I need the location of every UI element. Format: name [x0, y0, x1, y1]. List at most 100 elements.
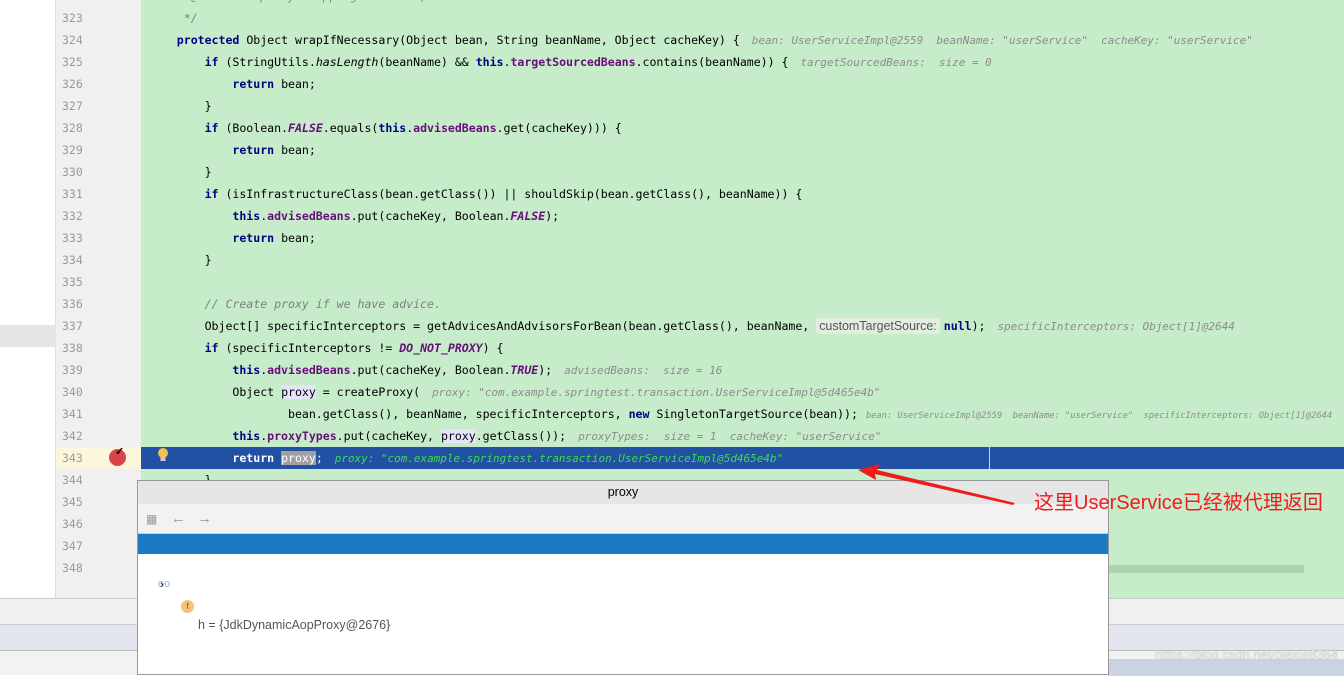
line-number[interactable]: 333 — [62, 227, 92, 249]
code-line[interactable]: 328 if (Boolean.FALSE.equals(this.advise… — [0, 117, 1344, 139]
code-token: (Boolean. — [225, 121, 289, 135]
keyword: if — [149, 121, 226, 135]
code-line[interactable]: 330 } — [0, 161, 1344, 183]
lightbulb-icon[interactable] — [157, 447, 169, 463]
code-token: ); — [545, 209, 560, 223]
inline-debug-value: proxy: "com.example.springtest.transacti… — [334, 452, 784, 465]
line-number[interactable]: 326 — [62, 73, 92, 95]
code-line[interactable]: 337 Object[] specificInterceptors = getA… — [0, 315, 1344, 337]
line-number[interactable]: 341 — [62, 403, 92, 425]
code-line[interactable]: 326 return bean; — [0, 73, 1344, 95]
line-number[interactable]: 348 — [62, 557, 92, 579]
keyword: return — [149, 77, 282, 91]
code-line[interactable]: 335 — [0, 271, 1344, 293]
code-token: ); — [971, 319, 986, 333]
line-number[interactable]: 339 — [62, 359, 92, 381]
code-token: .put(cacheKey, Boolean. — [350, 363, 511, 377]
line-number[interactable]: 337 — [62, 315, 92, 337]
code-token: Object — [149, 385, 282, 399]
line-number[interactable]: 334 — [62, 249, 92, 271]
line-number[interactable]: 342 — [62, 425, 92, 447]
code-text: if (isInfrastructureClass(bean.getClass(… — [149, 183, 803, 205]
forward-arrow-icon[interactable]: → — [197, 510, 212, 527]
tree-icon[interactable]: ▦ — [146, 512, 157, 526]
line-number[interactable]: 324 — [62, 29, 92, 51]
code-line[interactable]: 333 return bean; — [0, 227, 1344, 249]
code-text: return bean; — [149, 139, 315, 161]
code-text: } — [149, 249, 212, 271]
code-text: if (Boolean.FALSE.equals(this.advisedBea… — [149, 117, 622, 139]
code-line[interactable]: 325 if (StringUtils.hasLength(beanName) … — [0, 51, 1344, 73]
variable-row-h[interactable]: › f h = {JdkDynamicAopProxy@2676} — [138, 555, 1108, 632]
line-number[interactable]: 346 — [62, 513, 92, 535]
code-token: } — [149, 99, 212, 113]
line-number[interactable]: 336 — [62, 293, 92, 315]
variable-text: proxy = {$Proxy12@2668} "com.example.spr… — [178, 597, 697, 611]
keyword: return — [149, 143, 282, 157]
line-number[interactable]: 325 — [62, 51, 92, 73]
line-number[interactable]: 338 — [62, 337, 92, 359]
code-line[interactable]: 327 } — [0, 95, 1344, 117]
identifier-highlight: proxy — [281, 451, 316, 465]
code-line[interactable]: 341 bean.getClass(), beanName, specificI… — [0, 403, 1344, 425]
field-ref: advisedBeans — [267, 363, 351, 377]
variable-inspector-popup[interactable]: proxy ▦ ← → ⌄ oo proxy = {$Proxy12@2668}… — [137, 480, 1109, 675]
code-line[interactable]: 331 if (isInfrastructureClass(bean.getCl… — [0, 183, 1344, 205]
code-token: (isInfrastructureClass(bean.getClass()) … — [225, 187, 803, 201]
line-number[interactable]: 335 — [62, 271, 92, 293]
code-text: protected Object wrapIfNecessary(Object … — [149, 29, 1253, 52]
code-text: this.advisedBeans.put(cacheKey, Boolean.… — [149, 205, 559, 227]
line-number[interactable]: 331 — [62, 183, 92, 205]
static-field: FALSE — [288, 121, 323, 135]
code-text: if (specificInterceptors != DO_NOT_PROXY… — [149, 337, 504, 359]
code-text: return bean; — [149, 227, 315, 249]
code-line[interactable]: 334 } — [0, 249, 1344, 271]
inline-debug-value: bean: UserServiceImpl@2559 beanName: "us… — [751, 34, 1253, 47]
code-line[interactable]: 323 */ — [0, 7, 1344, 29]
line-number[interactable]: 329 — [62, 139, 92, 161]
identifier-highlight: proxy — [440, 429, 476, 443]
static-field: FALSE — [510, 209, 546, 223]
code-line[interactable]: 332 this.advisedBeans.put(cacheKey, Bool… — [0, 205, 1344, 227]
code-text: } — [149, 95, 212, 117]
code-token: Object[] specificInterceptors = getAdvic… — [149, 319, 817, 333]
collapse-chevron-icon[interactable]: › — [160, 575, 164, 595]
code-line[interactable]: 324 protected Object wrapIfNecessary(Obj… — [0, 29, 1344, 51]
code-line[interactable]: 342 this.proxyTypes.put(cacheKey, proxy.… — [0, 425, 1344, 447]
line-number[interactable]: 322 — [62, 0, 92, 7]
line-number[interactable]: 323 — [62, 7, 92, 29]
code-token: .contains(beanName)) { — [635, 55, 789, 69]
line-number[interactable]: 328 — [62, 117, 92, 139]
code-token: (StringUtils. — [225, 55, 316, 69]
code-line[interactable]: 338 if (specificInterceptors != DO_NOT_P… — [0, 337, 1344, 359]
line-number[interactable]: 340 — [62, 381, 92, 403]
keyword: if — [149, 187, 226, 201]
breakpoint-icon[interactable]: ✓ — [109, 446, 126, 466]
back-arrow-icon[interactable]: ← — [171, 510, 186, 527]
code-line[interactable]: 339 this.advisedBeans.put(cacheKey, Bool… — [0, 359, 1344, 381]
code-token: .getClass()); — [475, 429, 567, 443]
code-token: bean; — [281, 77, 316, 91]
horizontal-scrollbar[interactable] — [1108, 565, 1304, 573]
comment: */ — [149, 11, 198, 25]
line-number[interactable]: 327 — [62, 95, 92, 117]
code-line[interactable]: 340 Object proxy = createProxy(proxy: "c… — [0, 381, 1344, 403]
line-number[interactable]: 347 — [62, 535, 92, 557]
line-number[interactable]: 330 — [62, 161, 92, 183]
line-number[interactable]: 344 — [62, 469, 92, 491]
line-number[interactable]: 345 — [62, 491, 92, 513]
field-icon: f — [181, 600, 194, 613]
code-token: (beanName) && — [378, 55, 476, 69]
code-token: .put(cacheKey, Boolean. — [350, 209, 511, 223]
field-ref: targetSourcedBeans — [510, 55, 636, 69]
variable-row-proxy[interactable]: ⌄ oo proxy = {$Proxy12@2668} "com.exampl… — [138, 534, 1108, 611]
line-number[interactable]: 332 — [62, 205, 92, 227]
code-text: } — [149, 161, 212, 183]
code-line[interactable]: 322 * @return a proxy wrapping the bean,… — [0, 0, 1344, 7]
watermark: https://blog.csdn.net/plexie8364 — [1155, 647, 1338, 662]
line-number[interactable]: 343 — [62, 447, 92, 469]
comment: // Create proxy if we have advice. — [149, 297, 441, 311]
code-line[interactable]: 329 return bean; — [0, 139, 1344, 161]
code-line[interactable]: 336 // Create proxy if we have advice. — [0, 293, 1344, 315]
code-line[interactable]: 343 return proxy; proxy: "com.example.spr… — [0, 447, 1344, 469]
